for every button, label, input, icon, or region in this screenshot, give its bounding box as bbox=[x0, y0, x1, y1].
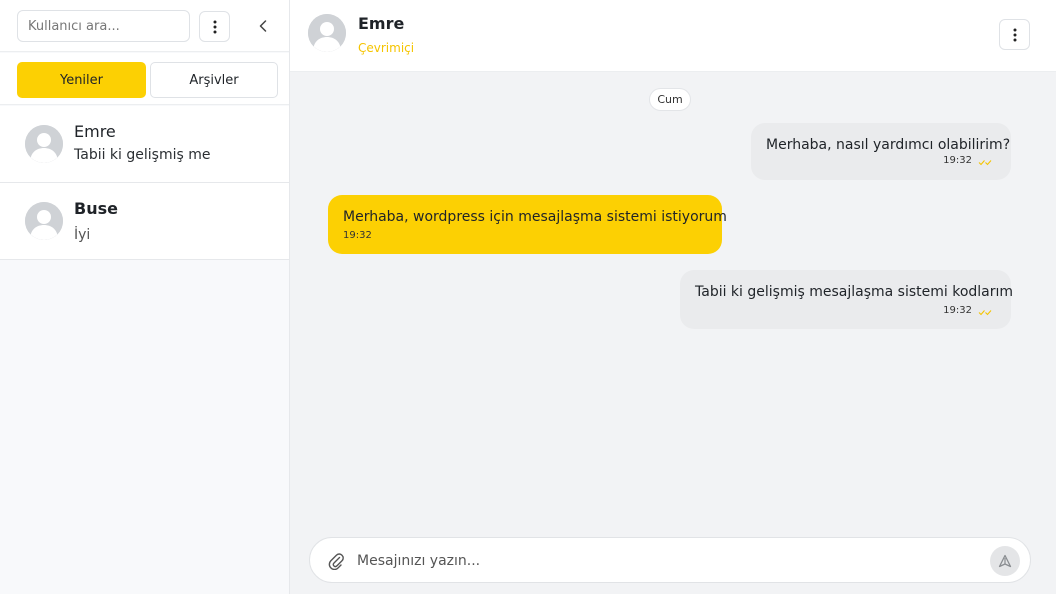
conversation-name: Buse bbox=[74, 199, 118, 218]
sidebar-header bbox=[0, 0, 289, 52]
chat-panel: Emre Çevrimiçi Cum Merhaba, nasıl yardım… bbox=[290, 0, 1056, 594]
vertical-dots-icon bbox=[1013, 28, 1016, 41]
message-text: Merhaba, wordpress için mesajlaşma siste… bbox=[343, 209, 727, 225]
chat-peer-name: Emre bbox=[358, 14, 405, 33]
chat-header: Emre Çevrimiçi bbox=[290, 0, 1056, 72]
avatar bbox=[308, 14, 346, 52]
conversation-last-message: Tabii ki gelişmiş me bbox=[74, 147, 211, 163]
conversation-item-emre[interactable]: Emre Tabii ki gelişmiş me bbox=[0, 106, 289, 183]
attach-button[interactable] bbox=[325, 550, 347, 572]
send-button[interactable] bbox=[990, 546, 1020, 576]
message-time: 19:32 bbox=[943, 155, 972, 166]
sidebar-menu-button[interactable] bbox=[199, 11, 230, 42]
chevron-left-icon bbox=[259, 20, 267, 32]
vertical-dots-icon bbox=[213, 20, 216, 33]
message-text: Merhaba, nasıl yardımcı olabilirim? bbox=[766, 137, 1011, 153]
tab-new[interactable]: Yeniler bbox=[17, 62, 146, 98]
user-search-input[interactable] bbox=[17, 10, 190, 42]
conversation-item-buse[interactable]: Buse İyi bbox=[0, 183, 289, 260]
message-bubble-outgoing: Tabii ki gelişmiş mesajlaşma sistemi kod… bbox=[680, 270, 1014, 329]
tab-archive[interactable]: Arşivler bbox=[150, 62, 278, 98]
avatar bbox=[25, 125, 63, 163]
message-text: Tabii ki gelişmiş mesajlaşma sistemi kod… bbox=[695, 284, 1014, 300]
message-bubble-outgoing: Merhaba, nasıl yardımcı olabilirim? 19:3… bbox=[751, 123, 1011, 180]
online-status: Çevrimiçi bbox=[358, 41, 415, 55]
conversation-name: Emre bbox=[74, 122, 116, 141]
send-icon bbox=[998, 554, 1012, 568]
double-check-icon bbox=[978, 160, 992, 166]
message-time: 19:32 bbox=[943, 305, 972, 316]
message-input[interactable] bbox=[357, 547, 957, 575]
collapse-sidebar-button[interactable] bbox=[250, 12, 276, 40]
message-time: 19:32 bbox=[343, 230, 372, 241]
message-bubble-incoming: Merhaba, wordpress için mesajlaşma siste… bbox=[328, 195, 727, 254]
conversation-tabs: Yeniler Arşivler bbox=[0, 53, 289, 105]
double-check-icon bbox=[978, 310, 992, 316]
chat-menu-button[interactable] bbox=[999, 19, 1030, 50]
paperclip-icon bbox=[328, 553, 344, 570]
avatar bbox=[25, 202, 63, 240]
day-separator: Cum bbox=[649, 88, 691, 111]
message-composer bbox=[309, 537, 1031, 583]
conversation-sidebar: Yeniler Arşivler Emre Tabii ki gelişmiş … bbox=[0, 0, 290, 594]
conversation-last-message: İyi bbox=[74, 227, 91, 243]
